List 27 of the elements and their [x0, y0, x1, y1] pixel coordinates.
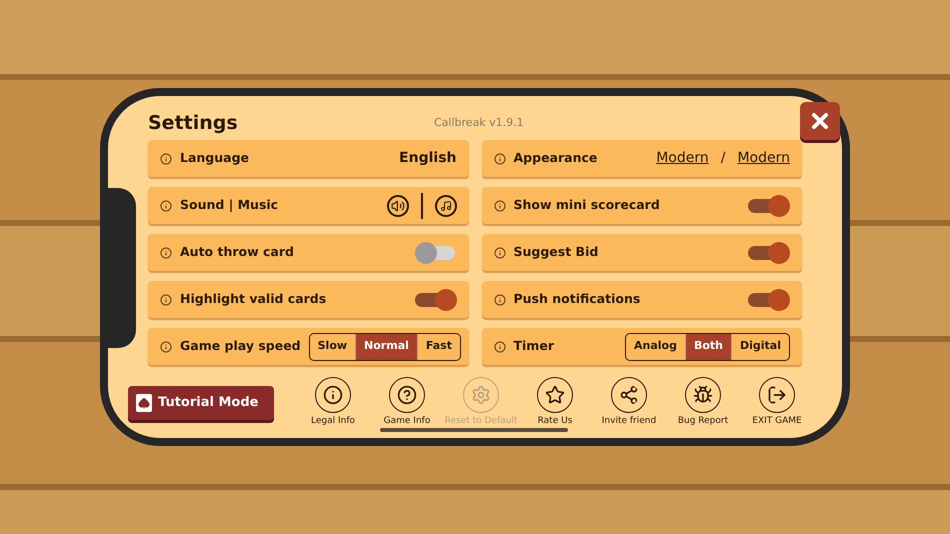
segment-option[interactable]: Both	[684, 334, 731, 360]
setting-label: Highlight valid cards	[180, 290, 328, 308]
action-button[interactable]: Bug Report	[666, 377, 740, 428]
segment-option[interactable]: Fast	[416, 334, 460, 360]
setting-label: Appearance	[514, 149, 598, 168]
setting-label: Language	[180, 149, 250, 168]
action-button[interactable]: Legal Info	[296, 377, 370, 428]
action-button[interactable]: Invite friend	[592, 377, 666, 428]
appearance-link[interactable]: Modern	[656, 148, 709, 169]
action-button[interactable]: EXIT GAME	[740, 377, 814, 428]
setting-label: Game play speed	[180, 337, 301, 356]
setting-value: English	[399, 149, 456, 168]
setting-label: Auto throw card	[180, 243, 295, 262]
settings-title: Settings	[148, 110, 239, 136]
tutorial-mode-button[interactable]: Tutorial Mode	[128, 386, 274, 420]
segment-option[interactable]: Slow	[310, 334, 356, 360]
segment-option[interactable]: Normal	[355, 334, 417, 360]
setting-label: Push notifications	[514, 290, 642, 308]
setting-label: Timer	[514, 337, 555, 356]
separator-text: /	[720, 149, 726, 168]
version-text: Callbreak v1.9.1	[434, 114, 524, 131]
setting-label: Show mini scorecard	[514, 196, 661, 214]
setting-label: Sound | Music	[180, 196, 280, 214]
appearance-link[interactable]: Modern	[737, 148, 790, 169]
segment-option[interactable]: Analog	[626, 334, 685, 360]
segment-option[interactable]: Digital	[731, 334, 789, 360]
setting-label: Suggest Bid	[514, 243, 600, 262]
